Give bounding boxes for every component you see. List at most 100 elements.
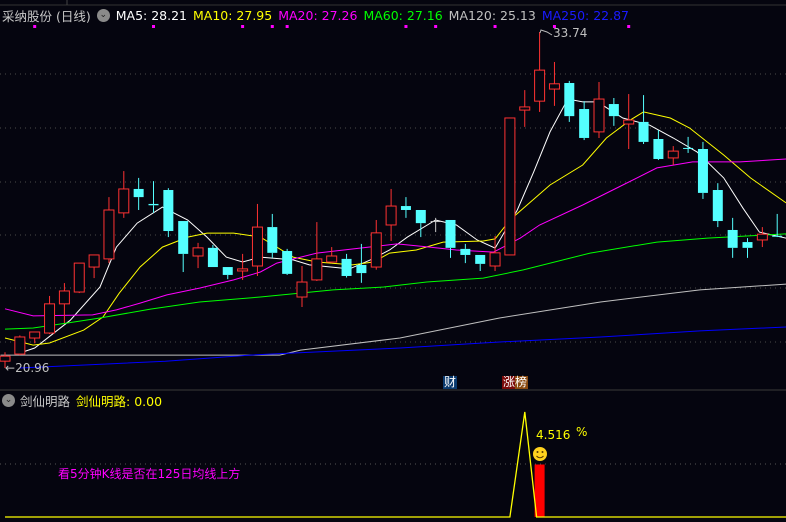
candle bbox=[548, 61, 560, 106]
candle-body bbox=[756, 233, 768, 241]
candle-body bbox=[623, 119, 635, 125]
candle-body bbox=[103, 209, 115, 260]
candle bbox=[296, 265, 308, 308]
candle-body bbox=[251, 226, 263, 267]
event-marker bbox=[627, 25, 631, 28]
candle bbox=[133, 177, 144, 210]
candle-body bbox=[14, 336, 26, 355]
candle bbox=[400, 197, 411, 218]
ma20-line bbox=[4, 158, 786, 317]
indicator-header: ⌄ 剑仙明路 剑仙明路: 0.00 bbox=[2, 391, 162, 410]
event-marker bbox=[33, 25, 37, 28]
finance-badge[interactable]: 财 bbox=[443, 376, 458, 389]
candle-body bbox=[222, 267, 233, 275]
ma60-label: MA60: 27.16 bbox=[363, 8, 443, 23]
candle bbox=[772, 213, 783, 238]
candle bbox=[623, 94, 635, 149]
candle-body bbox=[237, 268, 249, 272]
candle bbox=[385, 188, 397, 242]
candle bbox=[712, 183, 723, 228]
candle bbox=[727, 217, 738, 258]
candle-body bbox=[148, 203, 159, 206]
candle-body bbox=[430, 221, 441, 223]
candle-body bbox=[683, 147, 694, 149]
high-pointer-icon bbox=[539, 29, 553, 36]
candle bbox=[504, 117, 516, 256]
chevron-down-icon[interactable]: ⌄ bbox=[2, 394, 15, 407]
candle bbox=[207, 244, 218, 268]
chevron-down-icon[interactable]: ⌄ bbox=[96, 9, 110, 22]
candle-body bbox=[267, 227, 278, 253]
candle-body bbox=[534, 69, 546, 102]
percent-sign: % bbox=[576, 425, 588, 439]
candle-body bbox=[88, 254, 100, 268]
candle bbox=[44, 295, 56, 335]
candle bbox=[73, 262, 85, 294]
chart-canvas[interactable] bbox=[0, 0, 786, 522]
candle bbox=[697, 141, 708, 199]
candle bbox=[519, 90, 531, 127]
candle bbox=[593, 81, 605, 138]
candle-body bbox=[58, 290, 70, 305]
candle bbox=[178, 221, 189, 273]
candle-body bbox=[311, 258, 323, 281]
percent-value: 4.516 bbox=[536, 428, 571, 442]
candle-body bbox=[697, 148, 708, 193]
candle-body bbox=[341, 258, 352, 276]
candle-body bbox=[356, 264, 367, 274]
candle-body bbox=[415, 209, 426, 224]
candle-body bbox=[712, 190, 723, 222]
candle-body bbox=[579, 109, 590, 138]
candle-body bbox=[489, 252, 501, 267]
ma60-line bbox=[4, 233, 786, 330]
chart-header: 采纳股份 (日线) ⌄ MA5: 28.21 MA10: 27.95 MA20:… bbox=[2, 6, 635, 25]
event-marker bbox=[404, 25, 408, 28]
candle-body bbox=[326, 255, 338, 263]
low-price-label: ←20.96 bbox=[5, 361, 50, 375]
candle-body bbox=[653, 139, 664, 159]
candle bbox=[326, 247, 338, 264]
ma5-line bbox=[19, 98, 786, 354]
candle-body bbox=[638, 121, 649, 142]
candle bbox=[118, 171, 130, 218]
candle-body bbox=[282, 251, 293, 274]
candle-body bbox=[73, 262, 85, 293]
candle bbox=[445, 219, 456, 258]
indicator-name: 剑仙明路 bbox=[20, 394, 71, 409]
stock-title: 采纳股份 (日线) bbox=[2, 9, 91, 24]
candle-body bbox=[44, 303, 56, 334]
candle-body bbox=[475, 254, 486, 264]
candle bbox=[103, 197, 115, 264]
candle bbox=[608, 97, 619, 126]
candle bbox=[148, 181, 159, 213]
candle-body bbox=[608, 104, 619, 117]
candle-body bbox=[207, 247, 218, 268]
candle bbox=[29, 331, 41, 344]
smiley-icon bbox=[533, 447, 547, 461]
limit-up-list-badge[interactable]: 涨榜 bbox=[502, 376, 529, 389]
candle bbox=[222, 267, 233, 280]
candle bbox=[638, 95, 649, 144]
candle-body bbox=[133, 188, 144, 198]
candle-body bbox=[163, 190, 174, 232]
candle bbox=[282, 248, 293, 275]
candle bbox=[667, 146, 679, 166]
candle-body bbox=[370, 232, 382, 268]
candle-body bbox=[400, 206, 411, 210]
candle bbox=[756, 227, 768, 248]
candle bbox=[430, 217, 441, 233]
candle-body bbox=[519, 106, 531, 111]
candle-body bbox=[385, 205, 397, 226]
candle bbox=[58, 283, 70, 324]
candle-body bbox=[118, 188, 130, 214]
ma10-line bbox=[4, 111, 786, 346]
candle-body bbox=[593, 98, 605, 133]
candle bbox=[742, 238, 753, 258]
candle-body bbox=[772, 235, 783, 237]
ma20-label: MA20: 27.26 bbox=[278, 8, 358, 23]
candle bbox=[564, 80, 575, 122]
candle bbox=[341, 253, 352, 278]
ma120-label: MA120: 25.13 bbox=[448, 8, 536, 23]
indicator-value: 剑仙明路: 0.00 bbox=[76, 394, 163, 409]
candle-body bbox=[564, 83, 575, 117]
